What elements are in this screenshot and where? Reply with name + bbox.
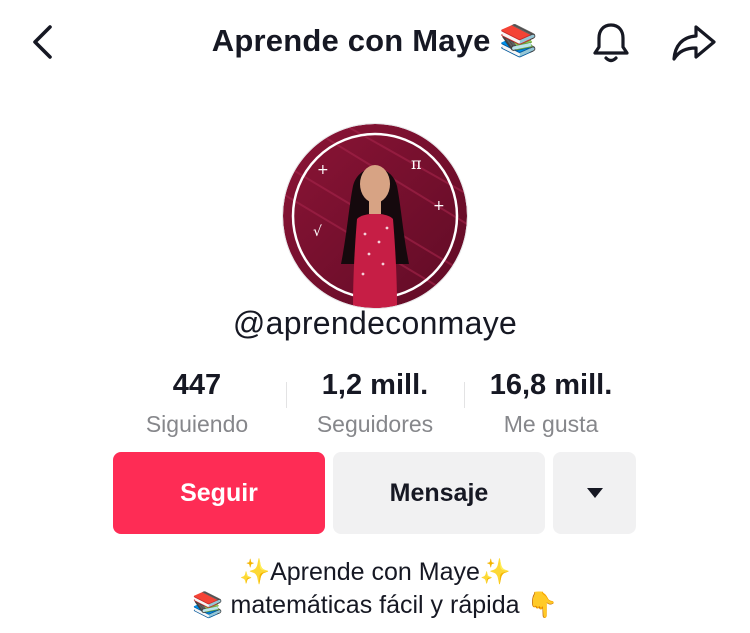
stat-label: Me gusta <box>503 411 599 437</box>
svg-text:√: √ <box>313 224 322 240</box>
page-title: Aprende con Maye 📚 <box>211 23 539 58</box>
stat-value: 447 <box>172 369 222 401</box>
svg-text:+: + <box>433 198 445 214</box>
stat-label: Siguiendo <box>145 411 249 437</box>
bio-line-1: ✨Aprende con Maye✨ <box>238 558 512 586</box>
stat-followers[interactable]: 1,2 mill. Seguidores <box>290 366 460 440</box>
profile-handle: @aprendeconmaye <box>232 305 518 341</box>
more-options-button[interactable] <box>553 452 636 534</box>
share-arrow-icon[interactable] <box>670 22 718 64</box>
bio-line-2: 📚 matemáticas fácil y rápida 👇 <box>192 591 558 619</box>
stat-value: 16,8 mill. <box>489 369 613 401</box>
stat-divider <box>286 382 287 408</box>
bell-icon[interactable] <box>590 20 632 64</box>
stats-row: 447 Siguiendo 1,2 mill. Seguidores 16,8 … <box>120 366 630 442</box>
profile-bio: ✨Aprende con Maye✨ 📚 matemáticas fácil y… <box>0 556 750 622</box>
stat-following[interactable]: 447 Siguiendo <box>112 366 282 440</box>
svg-text:π: π <box>411 154 422 173</box>
avatar-image: + π √ + <box>283 124 467 308</box>
stat-value: 1,2 mill. <box>321 369 429 401</box>
svg-text:+: + <box>317 162 329 178</box>
message-button[interactable]: Mensaje <box>333 452 545 534</box>
stat-divider <box>464 382 465 408</box>
avatar[interactable]: + π √ + <box>283 124 467 308</box>
avatar-container: + π √ + <box>282 124 468 308</box>
follow-button[interactable]: Seguir <box>113 452 325 534</box>
caret-down-icon <box>586 488 603 498</box>
top-bar: Aprende con Maye 📚 <box>0 0 750 86</box>
stat-label: Seguidores <box>316 411 434 437</box>
stat-likes[interactable]: 16,8 mill. Me gusta <box>466 366 636 440</box>
